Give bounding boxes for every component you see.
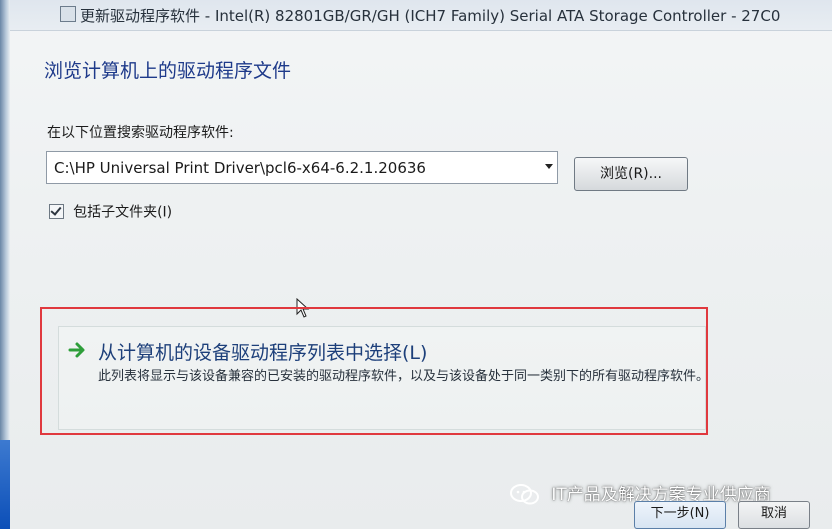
chevron-down-icon[interactable]	[545, 164, 553, 169]
driver-path-value[interactable]: C:\HP Universal Print Driver\pcl6-x64-6.…	[54, 159, 426, 177]
include-subfolders-label[interactable]: 包括子文件夹(I)	[73, 205, 172, 221]
wechat-icon	[510, 484, 539, 505]
cancel-button[interactable]: 取消	[738, 501, 810, 529]
page-title: 浏览计算机上的驱动程序文件	[44, 60, 292, 82]
next-button[interactable]: 下一步(N)	[634, 501, 726, 529]
driver-path-combobox[interactable]: C:\HP Universal Print Driver\pcl6-x64-6.…	[46, 151, 558, 184]
window-title: 更新驱动程序软件 - Intel(R) 82801GB/GR/GH (ICH7 …	[80, 7, 781, 25]
window-edge-accent	[0, 440, 10, 529]
annotation-highlight-box	[40, 307, 708, 435]
window-icon	[60, 6, 76, 22]
include-subfolders-checkbox[interactable]	[49, 204, 64, 219]
search-location-label: 在以下位置搜索驱动程序软件:	[47, 125, 234, 141]
update-driver-dialog: 更新驱动程序软件 - Intel(R) 82801GB/GR/GH (ICH7 …	[0, 0, 832, 529]
browse-button[interactable]: 浏览(R)...	[574, 157, 688, 191]
include-subfolders-row[interactable]: 包括子文件夹(I)	[49, 201, 172, 221]
title-bar: 更新驱动程序软件 - Intel(R) 82801GB/GR/GH (ICH7 …	[10, 0, 832, 31]
